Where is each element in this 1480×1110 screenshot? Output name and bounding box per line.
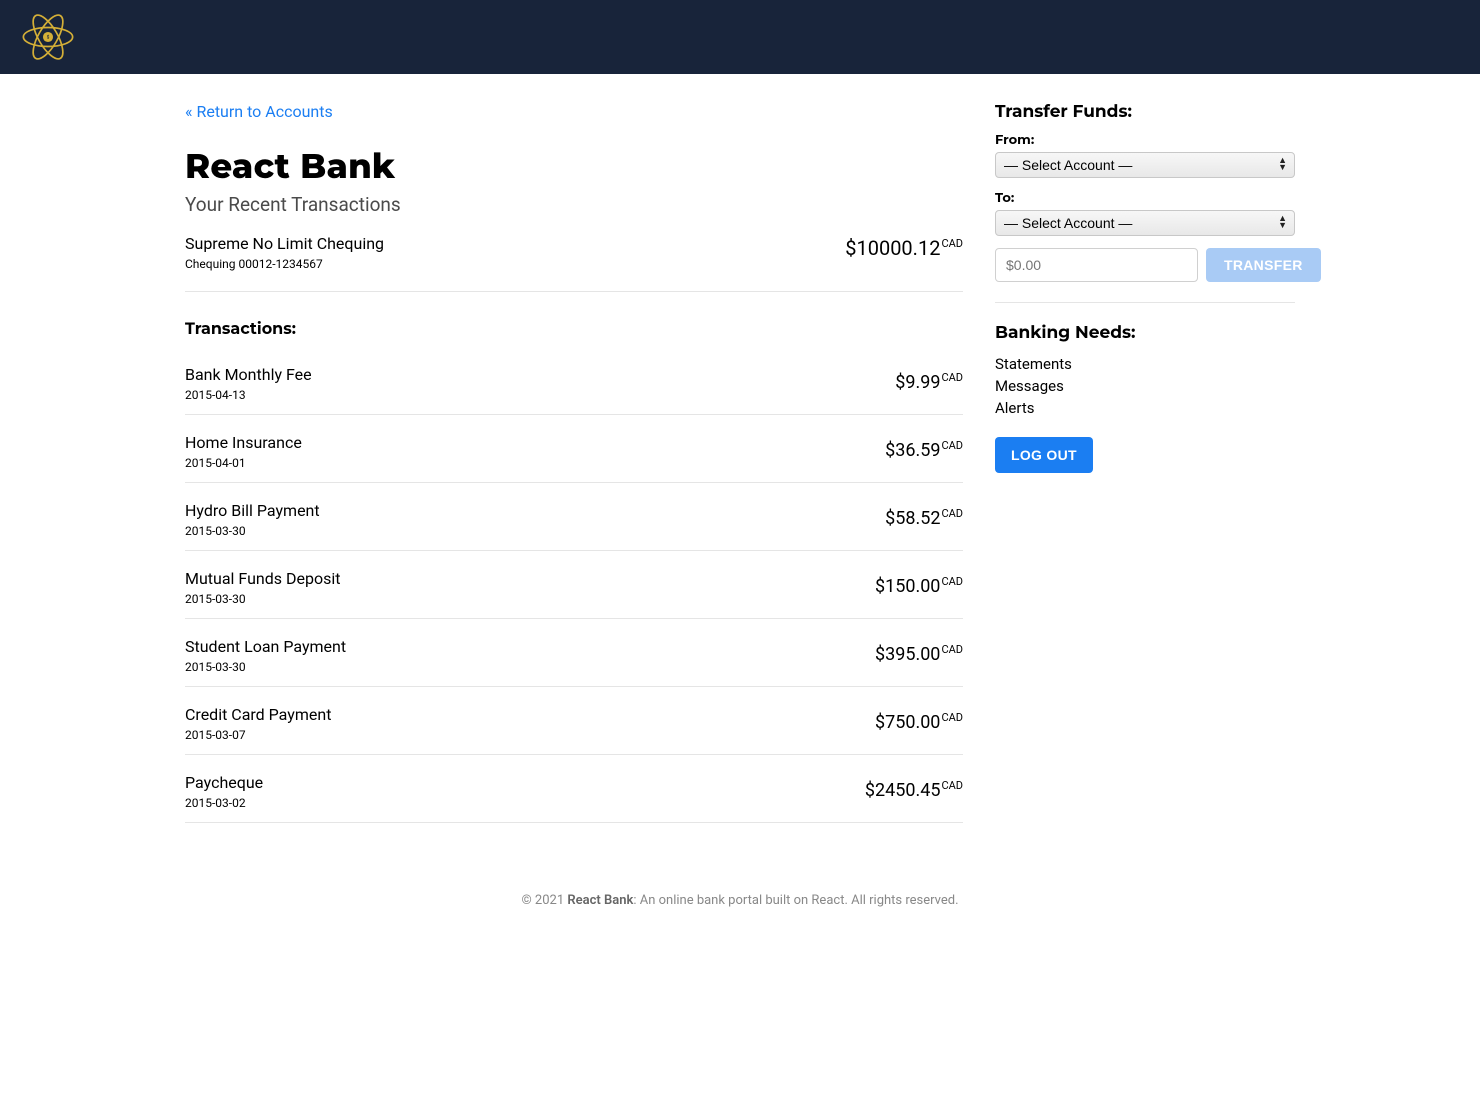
transaction-row: Bank Monthly Fee 2015-04-13 $9.99CAD (185, 347, 963, 415)
transaction-date: 2015-04-13 (185, 388, 312, 402)
transaction-description: Credit Card Payment (185, 705, 331, 724)
logo-link[interactable]: $ (18, 7, 78, 67)
transaction-description: Student Loan Payment (185, 637, 346, 656)
transaction-amount: $395.00CAD (875, 637, 963, 665)
transaction-description: Bank Monthly Fee (185, 365, 312, 384)
transaction-amount: $150.00CAD (875, 569, 963, 597)
transaction-row: Home Insurance 2015-04-01 $36.59CAD (185, 415, 963, 483)
transaction-date: 2015-03-30 (185, 592, 340, 606)
transaction-date: 2015-03-02 (185, 796, 263, 810)
transfer-amount-input[interactable] (995, 248, 1198, 282)
page-subtitle: Your Recent Transactions (185, 193, 963, 216)
logout-button[interactable]: LOG OUT (995, 437, 1093, 473)
transaction-description: Hydro Bill Payment (185, 501, 320, 520)
transfer-heading: Transfer Funds: (995, 102, 1295, 122)
transactions-heading: Transactions: (185, 320, 963, 339)
sidebar: Transfer Funds: From: — Select Account —… (995, 102, 1295, 473)
atom-logo-icon: $ (20, 9, 76, 65)
transaction-row: Paycheque 2015-03-02 $2450.45CAD (185, 755, 963, 823)
transaction-row: Credit Card Payment 2015-03-07 $750.00CAD (185, 687, 963, 755)
banking-needs-list: StatementsMessagesAlerts (995, 353, 1295, 419)
account-balance: $10000.12CAD (845, 234, 963, 260)
footer: © 2021 React Bank: An online bank portal… (0, 863, 1480, 948)
transaction-date: 2015-04-01 (185, 456, 302, 470)
top-bar: $ (0, 0, 1480, 74)
from-label: From: (995, 132, 1295, 148)
account-number: Chequing 00012-1234567 (185, 257, 384, 271)
transaction-description: Mutual Funds Deposit (185, 569, 340, 588)
transaction-description: Home Insurance (185, 433, 302, 452)
from-account-select[interactable]: — Select Account — (995, 152, 1295, 178)
main-content: « Return to Accounts React Bank Your Rec… (185, 102, 967, 823)
banking-need-item[interactable]: Alerts (995, 397, 1295, 419)
transaction-date: 2015-03-30 (185, 524, 320, 538)
transactions-list: Bank Monthly Fee 2015-04-13 $9.99CAD Home I… (185, 347, 963, 823)
return-to-accounts-link[interactable]: « Return to Accounts (185, 102, 333, 121)
transaction-row: Mutual Funds Deposit 2015-03-30 $150.00CAD (185, 551, 963, 619)
transfer-button[interactable]: TRANSFER (1206, 248, 1321, 282)
transaction-amount: $9.99CAD (895, 365, 963, 393)
transaction-description: Paycheque (185, 773, 263, 792)
transaction-row: Student Loan Payment 2015-03-30 $395.00CAD (185, 619, 963, 687)
transaction-amount: $58.52CAD (885, 501, 963, 529)
transaction-amount: $750.00CAD (875, 705, 963, 733)
page-title: React Bank (185, 145, 963, 187)
banking-needs-heading: Banking Needs: (995, 323, 1295, 343)
transaction-row: Hydro Bill Payment 2015-03-30 $58.52CAD (185, 483, 963, 551)
account-name: Supreme No Limit Chequing (185, 234, 384, 253)
divider (995, 302, 1295, 303)
to-account-select[interactable]: — Select Account — (995, 210, 1295, 236)
banking-need-item[interactable]: Statements (995, 353, 1295, 375)
transaction-date: 2015-03-07 (185, 728, 331, 742)
transaction-amount: $36.59CAD (885, 433, 963, 461)
transaction-date: 2015-03-30 (185, 660, 346, 674)
to-label: To: (995, 190, 1295, 206)
transaction-amount: $2450.45CAD (865, 773, 963, 801)
banking-need-item[interactable]: Messages (995, 375, 1295, 397)
account-summary: Supreme No Limit Chequing Chequing 00012… (185, 234, 963, 292)
